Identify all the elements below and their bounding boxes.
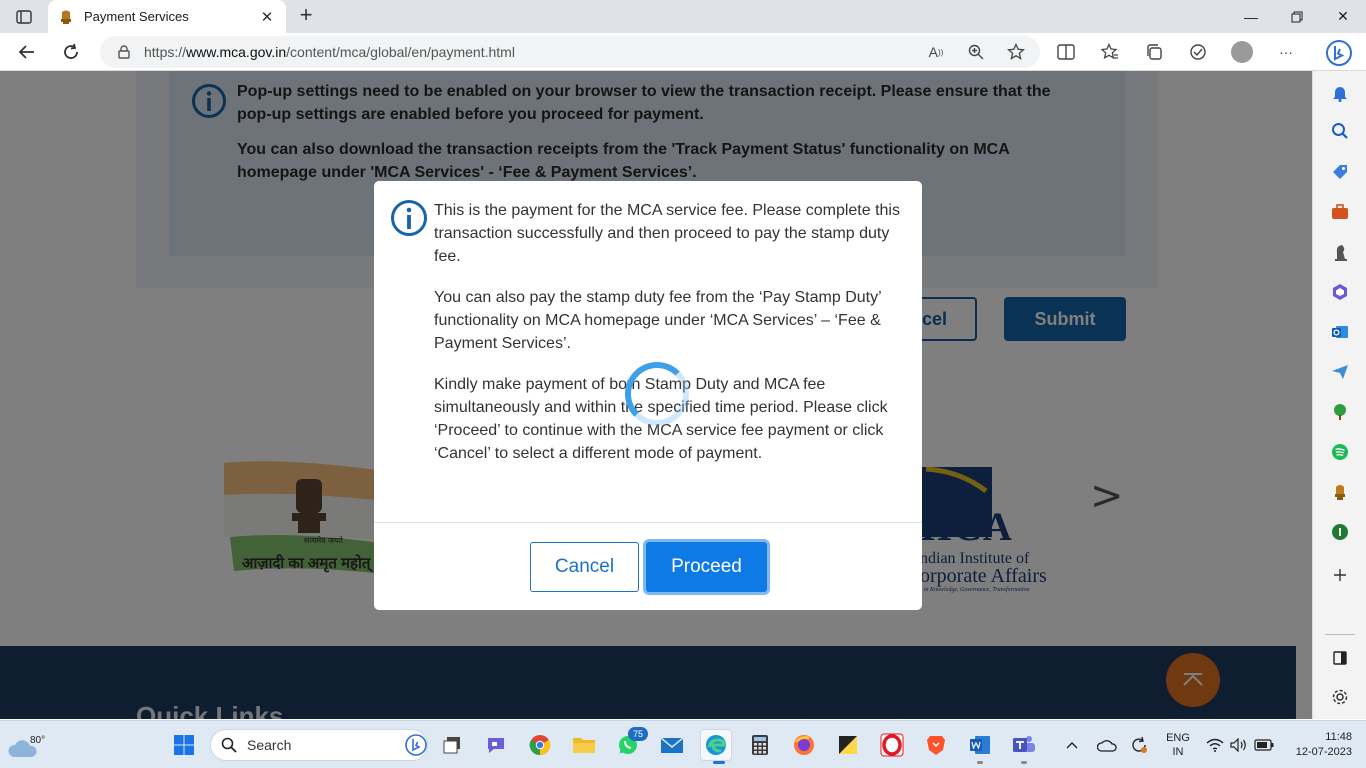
url-text: https://www.mca.gov.in/content/mca/globa… (144, 44, 515, 60)
edge-icon[interactable] (700, 729, 732, 761)
chrome-icon[interactable] (524, 729, 556, 761)
dialog-paragraph-1: This is the payment for the MCA service … (434, 202, 900, 265)
tab-title: Payment Services (84, 9, 189, 24)
notifications-bell-icon[interactable] (1330, 83, 1350, 103)
taskbar-search-icon (221, 737, 237, 753)
outlook-icon[interactable] (1330, 322, 1350, 342)
teams-running-indicator (1021, 761, 1027, 764)
wifi-icon[interactable] (1204, 729, 1226, 761)
settings-more-icon[interactable]: ··· (1274, 40, 1298, 64)
mail-icon[interactable] (656, 729, 688, 761)
dialog-proceed-button[interactable]: Proceed (646, 542, 767, 592)
calculator-icon[interactable] (744, 729, 776, 761)
edge-active-indicator (713, 761, 725, 764)
taskbar-search-box[interactable]: Search (210, 729, 428, 761)
whatsapp-unread-badge: 75 (628, 727, 648, 741)
battery-icon[interactable] (1252, 729, 1276, 761)
back-icon[interactable] (12, 38, 42, 66)
brave-icon[interactable] (920, 729, 952, 761)
page-content: Pop-up settings need to be enabled on yo… (0, 71, 1312, 719)
games-chess-icon[interactable] (1330, 242, 1350, 262)
bing-copilot-icon[interactable] (1322, 36, 1356, 70)
shopping-tag-icon[interactable] (1330, 162, 1350, 182)
sidebar-settings-gear-icon[interactable] (1330, 687, 1350, 707)
close-window-icon[interactable]: ✕ (1320, 0, 1366, 33)
system-clock[interactable]: 11:48 12-07-2023 (1288, 730, 1352, 760)
sync-update-icon[interactable] (1126, 729, 1152, 761)
windows-taskbar: 80° Search 75 ENG IN 11:48 12-07-2023 (0, 720, 1366, 768)
new-tab-icon[interactable]: + (294, 4, 318, 28)
task-view-icon[interactable] (436, 729, 468, 761)
meet-chat-icon[interactable] (480, 729, 512, 761)
minimize-icon[interactable]: — (1228, 0, 1274, 33)
emblem-favicon-icon (58, 9, 74, 25)
sticky-notes-icon[interactable] (832, 729, 864, 761)
profile-avatar[interactable] (1230, 40, 1254, 64)
weather-widget[interactable]: 80° (8, 727, 48, 763)
tab-actions-icon[interactable] (8, 6, 40, 28)
mca-emblem-icon[interactable] (1330, 482, 1350, 502)
tree-icon[interactable] (1330, 402, 1350, 422)
send-paper-plane-icon[interactable] (1330, 362, 1350, 382)
close-tab-icon[interactable]: ✕ (258, 8, 276, 26)
microsoft-365-icon[interactable] (1330, 282, 1350, 302)
dialog-divider (374, 522, 922, 523)
dialog-cancel-button[interactable]: Cancel (530, 542, 639, 592)
sidebar-divider (1325, 634, 1355, 635)
browser-tab-payment-services[interactable]: Payment Services ✕ (48, 0, 286, 33)
loading-spinner-icon (625, 362, 689, 426)
word-icon[interactable] (964, 729, 996, 761)
collections-icon[interactable] (1142, 40, 1166, 64)
extensions-icon[interactable] (1186, 40, 1210, 64)
favorite-star-icon[interactable] (1006, 42, 1026, 62)
tab-bar: Payment Services ✕ + — ✕ (0, 0, 1366, 33)
profile-i-icon[interactable] (1330, 522, 1350, 542)
sidebar-search-icon[interactable] (1330, 121, 1350, 141)
url-field[interactable]: https://www.mca.gov.in/content/mca/globa… (100, 36, 1040, 68)
read-aloud-icon[interactable]: A)) (926, 42, 946, 62)
teams-icon[interactable] (1008, 729, 1040, 761)
dialog-paragraph-2: You can also pay the stamp duty fee from… (434, 289, 882, 352)
edge-sidebar (1312, 71, 1366, 719)
spotify-icon[interactable] (1330, 442, 1350, 462)
file-explorer-icon[interactable] (568, 729, 600, 761)
refresh-icon[interactable] (56, 38, 86, 66)
show-hidden-icons-chevron-up-icon[interactable] (1060, 729, 1084, 761)
address-bar-row: https://www.mca.gov.in/content/mca/globa… (0, 33, 1366, 71)
split-screen-icon[interactable] (1054, 40, 1078, 64)
bing-search-icon (405, 734, 427, 756)
lock-icon[interactable] (118, 45, 130, 59)
language-indicator[interactable]: ENG IN (1164, 731, 1192, 759)
payment-info-dialog: This is the payment for the MCA service … (374, 181, 922, 610)
hide-sidebar-icon[interactable] (1330, 648, 1350, 668)
tools-briefcase-icon[interactable] (1330, 202, 1350, 222)
word-running-indicator (977, 761, 983, 764)
windows-start-icon[interactable] (168, 729, 200, 761)
favorites-icon[interactable] (1098, 40, 1122, 64)
add-sidebar-app-icon[interactable] (1330, 565, 1350, 585)
onedrive-cloud-icon[interactable] (1094, 729, 1120, 761)
firefox-icon[interactable] (788, 729, 820, 761)
zoom-icon[interactable] (966, 42, 986, 62)
restore-icon[interactable] (1274, 0, 1320, 33)
volume-icon[interactable] (1228, 729, 1250, 761)
dialog-info-icon (390, 199, 428, 242)
opera-icon[interactable] (876, 729, 908, 761)
